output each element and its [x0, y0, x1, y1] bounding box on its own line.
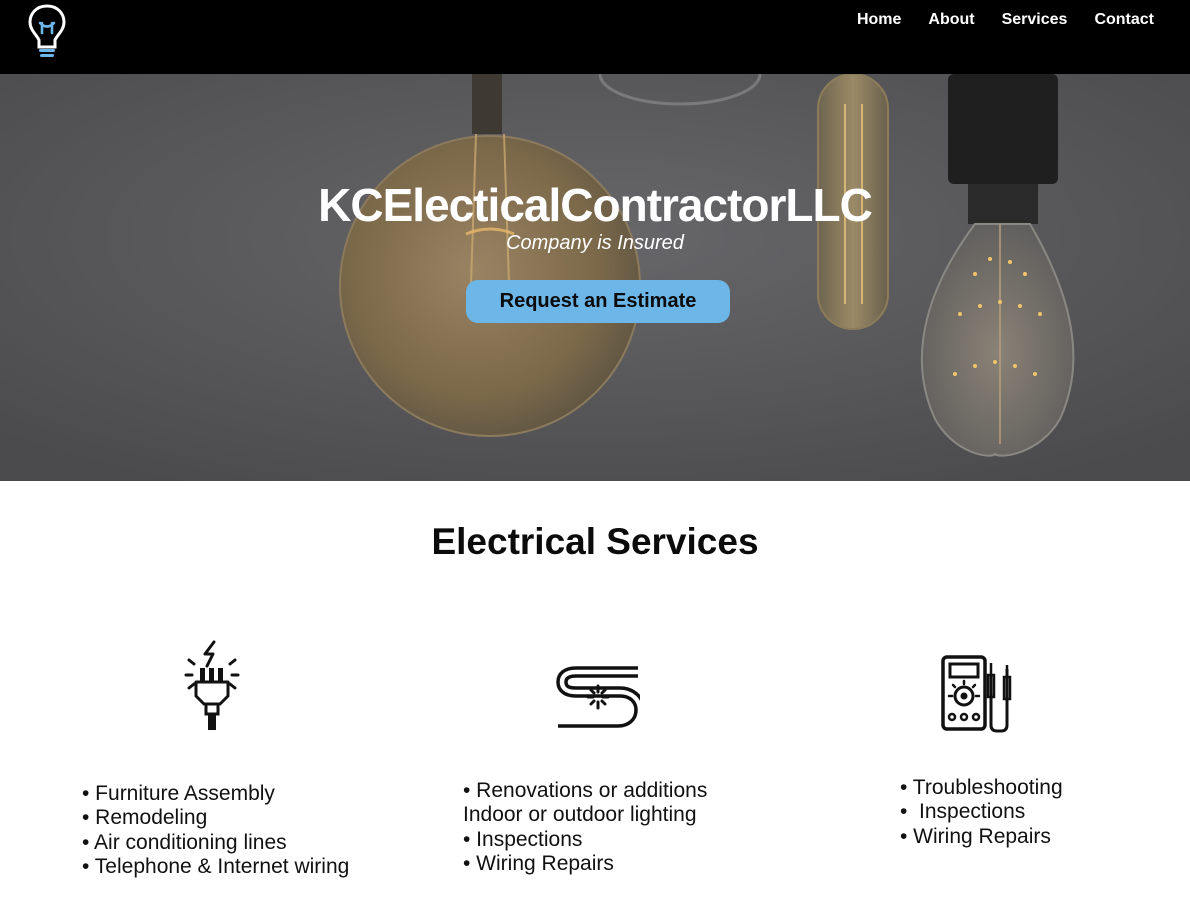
electric-plug-icon [184, 640, 240, 730]
service-list-3: • Troubleshooting • Inspections • Wiring… [900, 776, 1063, 849]
list-item: • Wiring Repairs [900, 824, 1051, 848]
list-item: • Remodeling [82, 806, 208, 830]
list-item: • Troubleshooting [900, 776, 1063, 799]
request-estimate-button[interactable]: Request an Estimate [466, 280, 730, 323]
service-list-1: • Furniture Assembly • Remodeling • Air … [82, 782, 349, 879]
list-item: • Telephone & Internet wiring [82, 854, 350, 878]
list-item: • Wiring Repairs [463, 851, 614, 875]
list-item: • Renovations or additions [463, 779, 708, 802]
nav-link-home[interactable]: Home [857, 10, 901, 30]
top-navbar: Home About Services Contact [0, 0, 1190, 74]
hero-banner: KCElecticalContractorLLC Company is Insu… [0, 74, 1190, 481]
multimeter-icon [941, 655, 1012, 733]
nav-link-about[interactable]: About [928, 10, 974, 30]
hero-title: KCElecticalContractorLLC [318, 179, 873, 231]
nav-links: Home About Services Contact [857, 10, 1154, 30]
nav-link-contact[interactable]: Contact [1094, 10, 1154, 30]
hero-subtitle: Company is Insured [506, 232, 684, 254]
services-heading: Electrical Services [431, 521, 759, 562]
list-item: • Air conditioning lines [82, 830, 287, 854]
list-item: Indoor or outdoor lighting [463, 803, 697, 827]
lightbulb-icon[interactable] [26, 3, 68, 61]
list-item: • Furniture Assembly [82, 782, 275, 805]
wire-cable-icon [556, 666, 640, 728]
service-list-2: • Renovations or additions Indoor or out… [463, 779, 707, 876]
nav-link-services[interactable]: Services [1002, 10, 1068, 30]
list-item: • Inspections [463, 827, 583, 851]
hero-lightbulbs-image [0, 74, 1190, 481]
list-item: • Inspections [900, 800, 1026, 824]
